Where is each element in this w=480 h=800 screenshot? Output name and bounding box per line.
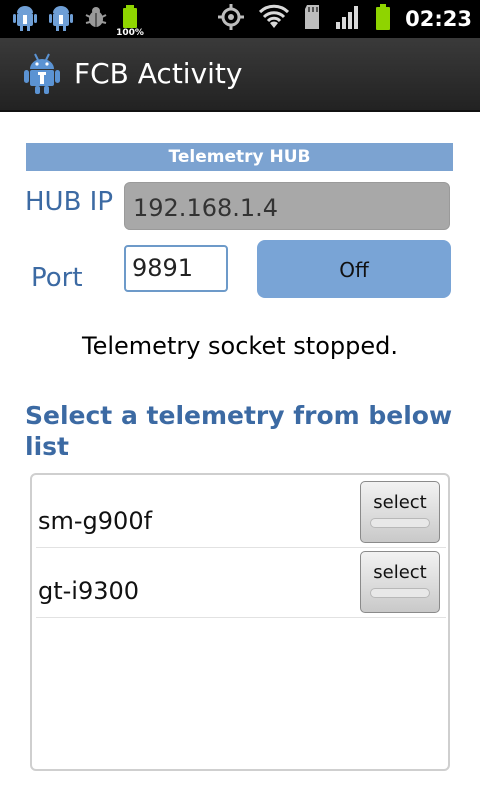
signal-icon [335, 5, 361, 33]
wifi-icon [259, 4, 290, 34]
select-indicator-bar [370, 518, 430, 528]
select-indicator-bar [370, 588, 430, 598]
select-button[interactable]: select [360, 551, 440, 613]
battery-full-icon: 100% [116, 4, 144, 38]
select-button-label: select [373, 562, 427, 583]
hub-ip-label: HUB IP [25, 187, 114, 217]
status-bar: 100% 02:23 [0, 0, 480, 38]
gps-icon [217, 3, 245, 35]
status-bar-left: 100% [10, 2, 144, 38]
socket-status-text: Telemetry socket stopped. [82, 332, 398, 360]
battery-icon [375, 3, 391, 35]
port-label: Port [31, 263, 83, 293]
status-bar-right: 02:23 [217, 4, 472, 34]
telemetry-list[interactable]: sm-g900f select gt-i9300 select [30, 473, 450, 771]
telemetry-device-label: sm-g900f [38, 507, 153, 535]
section-header-telemetry-hub: Telemetry HUB [26, 143, 453, 171]
select-button-label: select [373, 492, 427, 513]
port-field[interactable]: 9891 [124, 245, 228, 292]
app-title: FCB Activity [74, 57, 243, 90]
telemetry-device-label: gt-i9300 [38, 577, 140, 605]
bug-icon [82, 3, 110, 35]
sd-card-icon [303, 4, 321, 34]
clock-time: 02:23 [405, 7, 472, 31]
android-robot-icon [22, 52, 62, 100]
android-debug-icon [10, 2, 40, 36]
socket-toggle-button[interactable]: Off [257, 240, 451, 298]
list-item: sm-g900f select [36, 477, 446, 548]
hub-ip-field[interactable]: 192.168.1.4 [124, 182, 450, 230]
select-button[interactable]: select [360, 481, 440, 543]
telemetry-list-heading: Select a telemetry from below list [25, 401, 453, 461]
list-item: gt-i9300 select [36, 547, 446, 618]
title-bar: FCB Activity [0, 38, 480, 112]
battery-percent-label: 100% [116, 28, 144, 38]
android-usb-icon [46, 2, 76, 36]
